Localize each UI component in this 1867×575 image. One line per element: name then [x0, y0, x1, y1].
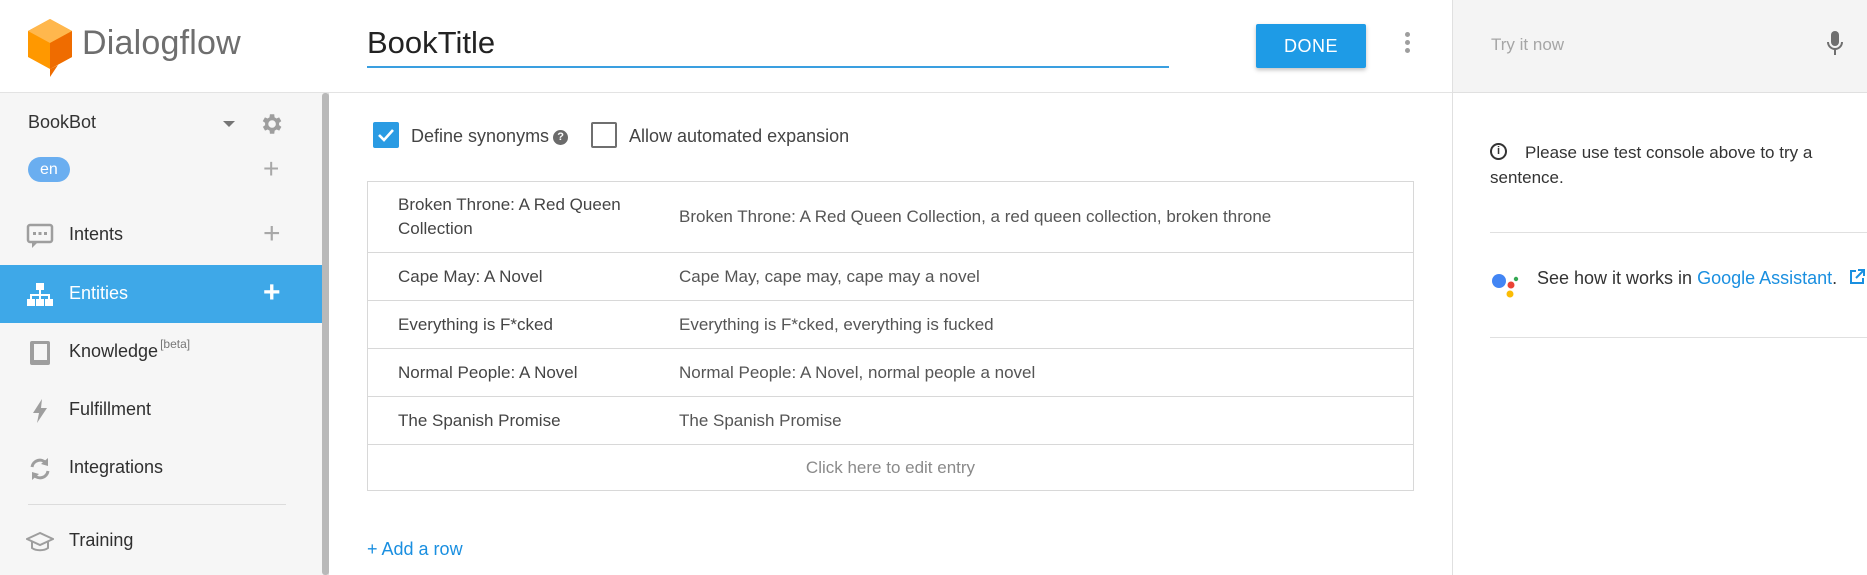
agent-name: BookBot — [28, 112, 97, 132]
sidebar-item-label: Integrations — [69, 457, 164, 477]
console-info: i Please use test console above to try a … — [1490, 140, 1850, 190]
sidebar-item-training[interactable]: Training — [0, 512, 322, 570]
google-assistant-link[interactable]: Google Assistant — [1697, 268, 1832, 288]
define-synonyms-label: Define synonyms? — [411, 126, 569, 147]
entry-synonyms[interactable]: Cape May, cape may, cape may a novel — [679, 265, 980, 289]
add-row-link[interactable]: + Add a row — [367, 539, 463, 560]
add-intent-button[interactable]: + — [263, 219, 281, 249]
define-synonyms-text: Define synonyms — [411, 126, 550, 146]
book-icon — [30, 341, 50, 365]
graduation-cap-icon — [26, 531, 54, 552]
google-assistant-icon — [1492, 274, 1519, 298]
done-button[interactable]: DONE — [1256, 24, 1366, 68]
language-badge[interactable]: en — [28, 157, 70, 182]
sidebar-item-label: Fulfillment — [69, 399, 152, 419]
automated-expansion-checkbox[interactable] — [591, 122, 617, 148]
try-it-bar — [1453, 0, 1867, 93]
sidebar-item-label: Intents — [69, 224, 124, 244]
brand-name: Dialogflow — [82, 24, 241, 62]
sidebar-item-intents[interactable]: Intents + — [0, 206, 322, 264]
add-entity-button[interactable]: + — [263, 278, 281, 308]
brand-header: Dialogflow — [0, 0, 329, 93]
table-row[interactable]: Cape May: A Novel Cape May, cape may, ca… — [368, 253, 1413, 301]
agent-selector[interactable]: BookBot — [0, 105, 322, 141]
sync-icon — [30, 458, 50, 480]
sidebar-item-knowledge[interactable]: Knowledge [beta] — [0, 323, 322, 381]
console-divider — [1490, 337, 1867, 338]
ga-suffix: . — [1832, 268, 1838, 288]
entry-synonyms[interactable]: Everything is F*cked, everything is fuck… — [679, 313, 994, 337]
entry-synonyms[interactable]: The Spanish Promise — [679, 409, 842, 433]
ga-prefix: See how it works in — [1537, 268, 1698, 288]
sidebar-item-label-text: Knowledge — [69, 341, 159, 361]
entity-name-input[interactable] — [367, 20, 1169, 68]
entry-reference-value[interactable]: Cape May: A Novel — [398, 265, 648, 289]
sidebar-item-entities[interactable]: Entities + — [0, 265, 322, 323]
test-console: iPlease use test console above to try a … — [1452, 0, 1867, 575]
sidebar-item-label: Entities — [69, 283, 129, 303]
beta-badge: [beta] — [160, 337, 191, 351]
sidebar-scrollbar[interactable] — [322, 93, 329, 575]
entry-reference-value[interactable]: The Spanish Promise — [398, 409, 648, 433]
entry-reference-value[interactable]: Everything is F*cked — [398, 313, 648, 337]
language-row: en + — [0, 155, 322, 185]
external-link-icon[interactable] — [1848, 268, 1866, 286]
entry-synonyms[interactable]: Normal People: A Novel, normal people a … — [679, 361, 1035, 385]
add-language-button[interactable]: + — [263, 155, 279, 183]
entries-table: Broken Throne: A Red Queen Collection Br… — [367, 181, 1414, 491]
entry-reference-value[interactable]: Broken Throne: A Red Queen Collection — [398, 193, 648, 241]
info-icon: i — [1490, 143, 1507, 161]
google-assistant-row: See how it works in Google Assistant. — [1537, 268, 1866, 289]
table-row[interactable]: Broken Throne: A Red Queen Collection Br… — [368, 182, 1413, 253]
chat-bubble-icon — [26, 223, 54, 248]
try-it-input[interactable] — [1491, 31, 1791, 59]
define-synonyms-checkbox[interactable] — [373, 122, 399, 148]
console-divider — [1490, 232, 1867, 233]
edit-entry-row[interactable]: Click here to edit entry — [368, 445, 1413, 490]
sidebar: Dialogflow BookBot en + Intents + Entiti… — [0, 0, 329, 575]
help-icon[interactable]: ? — [553, 129, 569, 145]
entry-synonyms[interactable]: Broken Throne: A Red Queen Collection, a… — [679, 205, 1271, 229]
sidebar-item-integrations[interactable]: Integrations — [0, 439, 322, 497]
hierarchy-icon — [27, 283, 53, 306]
lightning-icon — [33, 399, 47, 423]
table-row[interactable]: Normal People: A Novel Normal People: A … — [368, 349, 1413, 397]
entry-reference-value[interactable]: Normal People: A Novel — [398, 361, 648, 385]
console-info-text: Please use test console above to try a s… — [1490, 143, 1813, 187]
table-row[interactable]: Everything is F*cked Everything is F*cke… — [368, 301, 1413, 349]
entity-editor: DONE Define synonyms? Allow automated ex… — [329, 0, 1452, 575]
gear-icon[interactable] — [258, 111, 284, 137]
sidebar-divider — [28, 504, 286, 505]
dialogflow-logo-icon — [28, 19, 72, 77]
sidebar-item-label: Training — [69, 530, 134, 550]
automated-expansion-label: Allow automated expansion — [629, 126, 850, 146]
editor-header: DONE — [329, 0, 1452, 93]
more-vert-icon[interactable] — [1399, 32, 1415, 56]
chevron-down-icon[interactable] — [223, 121, 235, 127]
sidebar-item-fulfillment[interactable]: Fulfillment — [0, 381, 322, 439]
check-icon — [378, 129, 394, 142]
microphone-icon[interactable] — [1826, 30, 1844, 58]
table-row[interactable]: The Spanish Promise The Spanish Promise — [368, 397, 1413, 445]
sidebar-item-label: Knowledge [beta] — [69, 337, 190, 362]
